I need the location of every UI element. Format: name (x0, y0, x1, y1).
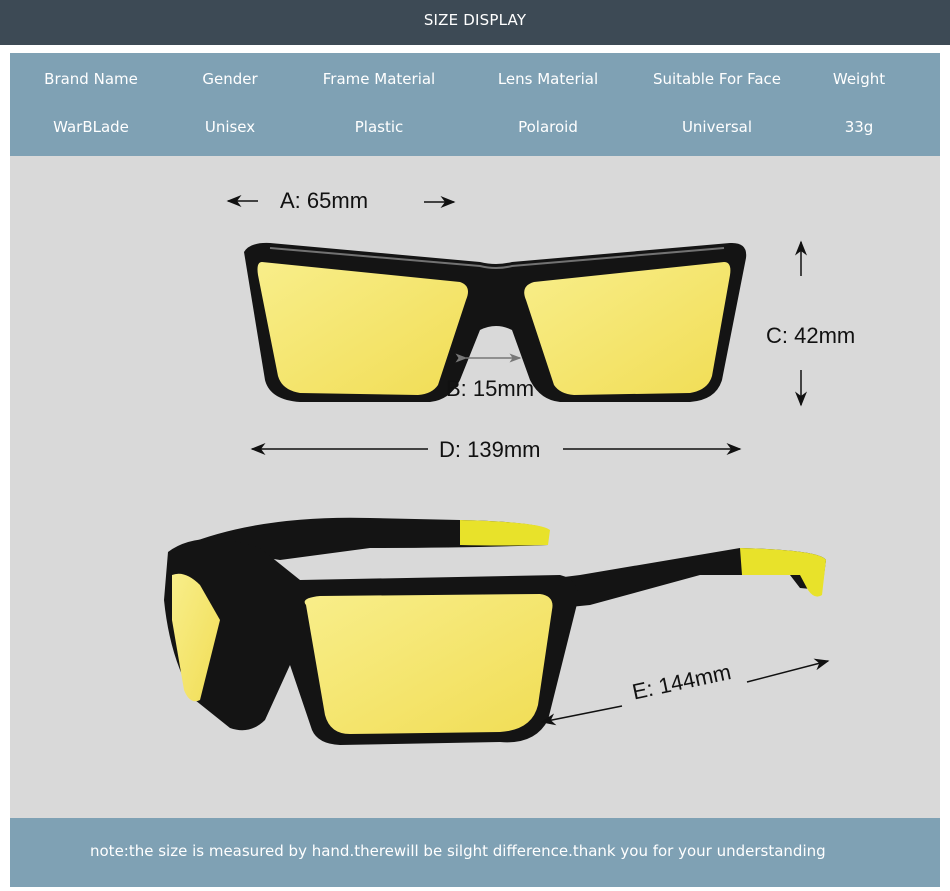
side-view-glasses (164, 517, 826, 745)
side-temple-far-tip (460, 520, 550, 546)
dimension-d-label: D: 139mm (439, 437, 541, 462)
front-left-lens (257, 262, 468, 395)
side-temple-near-tip (740, 548, 826, 597)
arrow-e-left (540, 705, 623, 726)
dimension-c-label: C: 42mm (766, 323, 856, 348)
note-bar: note:the size is measured by hand.therew… (10, 818, 940, 887)
front-right-lens (524, 262, 731, 395)
dimension-a-label: A: 65mm (280, 188, 369, 213)
side-main-lens (304, 594, 553, 734)
dimension-b-label: B: 15mm (446, 376, 535, 401)
note-text: note:the size is measured by hand.therew… (90, 842, 826, 860)
arrow-e-right (746, 658, 830, 683)
